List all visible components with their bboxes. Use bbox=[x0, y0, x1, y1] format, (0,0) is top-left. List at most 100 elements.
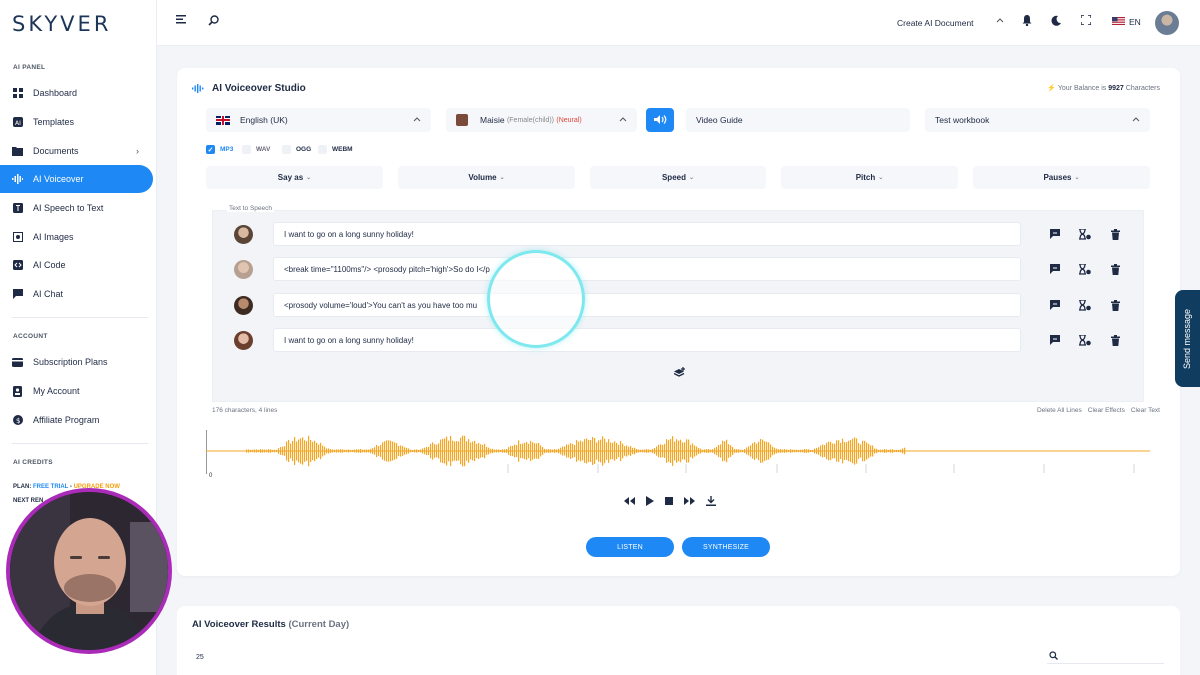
voice-avatar[interactable] bbox=[234, 331, 253, 350]
tts-line-input[interactable]: <prosody volume='loud'>You can't as you … bbox=[273, 293, 1021, 317]
waveform-bar bbox=[488, 447, 490, 455]
create-ai-document-button[interactable]: Create AI Document bbox=[897, 18, 974, 28]
waveform-bar bbox=[382, 442, 384, 460]
voice-change-icon[interactable] bbox=[1048, 262, 1062, 276]
clear-effects-link[interactable]: Clear Effects bbox=[1088, 407, 1125, 414]
voice-change-icon[interactable] bbox=[1048, 227, 1062, 241]
waveform-bar bbox=[490, 448, 492, 454]
waveform-bar bbox=[826, 442, 828, 460]
add-line-button[interactable] bbox=[673, 367, 686, 380]
voice-avatar[interactable] bbox=[234, 260, 253, 279]
sidebar-item-affiliate-program[interactable]: $ Affiliate Program bbox=[0, 406, 153, 434]
clear-text-link[interactable]: Clear Text bbox=[1131, 407, 1160, 414]
format-wav-checkbox[interactable]: WAV bbox=[242, 145, 270, 154]
waveform-bar bbox=[250, 449, 252, 453]
waveform-bar bbox=[828, 441, 830, 461]
app-logo[interactable]: SKYVER bbox=[12, 12, 111, 36]
hourglass-settings-icon[interactable] bbox=[1078, 333, 1092, 347]
workbook-select[interactable]: Test workbook bbox=[925, 108, 1150, 132]
waveform-bar bbox=[638, 449, 640, 453]
sidebar-item-speech-to-text[interactable]: AI Speech to Text bbox=[0, 194, 153, 222]
sidebar-item-documents[interactable]: Documents › bbox=[0, 137, 153, 165]
create-doc-chevron-up-icon[interactable] bbox=[996, 17, 1004, 23]
audio-waveform[interactable]: 0 bbox=[206, 430, 1150, 480]
waveform-bar bbox=[610, 442, 612, 460]
waveform-bar bbox=[606, 442, 608, 460]
character-count: 176 characters, 4 lines bbox=[212, 407, 278, 414]
sidebar-item-dashboard[interactable]: Dashboard bbox=[0, 79, 153, 107]
synthesize-button[interactable]: SYNTHESIZE bbox=[682, 537, 770, 557]
play-button[interactable] bbox=[646, 496, 654, 508]
waveform-bar bbox=[504, 449, 506, 453]
hourglass-settings-icon[interactable] bbox=[1078, 298, 1092, 312]
listen-button[interactable]: LISTEN bbox=[586, 537, 674, 557]
search-button[interactable] bbox=[208, 15, 219, 28]
waveform-bar bbox=[416, 449, 418, 453]
send-message-tab[interactable]: Send message bbox=[1175, 290, 1200, 387]
voice-select[interactable]: Maisie (Female(child)) (Neural) bbox=[446, 108, 637, 132]
waveform-bar bbox=[246, 449, 248, 453]
ai-credits-heading: AI CREDITS bbox=[13, 459, 53, 466]
waveform-bar bbox=[428, 446, 430, 456]
fullscreen-button[interactable] bbox=[1080, 14, 1092, 27]
sidebar-item-ai-voiceover[interactable]: AI Voiceover bbox=[0, 165, 153, 193]
language-select[interactable]: English (UK) bbox=[206, 108, 431, 132]
download-button[interactable] bbox=[706, 496, 716, 508]
sidebar-item-my-account[interactable]: My Account bbox=[0, 377, 153, 405]
pitch-dropdown[interactable]: Pitch ⌄ bbox=[781, 166, 958, 189]
hourglass-settings-icon[interactable] bbox=[1078, 227, 1092, 241]
waveform-bar bbox=[304, 440, 306, 462]
waveform-bar bbox=[628, 446, 630, 456]
voice-avatar[interactable] bbox=[234, 296, 253, 315]
results-page-size-select[interactable]: 25 bbox=[192, 650, 212, 666]
waveform-bar bbox=[544, 448, 546, 454]
format-mp3-checkbox[interactable]: ✓ MP3 bbox=[206, 145, 233, 154]
waveform-bar bbox=[856, 438, 858, 464]
voice-change-icon[interactable] bbox=[1048, 298, 1062, 312]
stop-button[interactable] bbox=[665, 497, 673, 507]
rewind-button[interactable] bbox=[624, 497, 635, 507]
waveform-bar bbox=[288, 439, 290, 463]
balance-info: ⚡ Your Balance is 9927 Characters bbox=[1047, 84, 1160, 92]
waveform-bars bbox=[246, 435, 1135, 473]
format-webm-checkbox[interactable]: WEBM bbox=[318, 145, 353, 154]
waveform-bar bbox=[532, 442, 534, 460]
waveform-bar bbox=[904, 447, 906, 455]
pauses-dropdown[interactable]: Pauses ⌄ bbox=[973, 166, 1150, 189]
volume-dropdown[interactable]: Volume ⌄ bbox=[398, 166, 575, 189]
waveform-bar bbox=[516, 445, 518, 457]
say-as-dropdown[interactable]: Say as ⌄ bbox=[206, 166, 383, 189]
delete-all-lines-link[interactable]: Delete All Lines bbox=[1037, 407, 1082, 414]
trash-icon[interactable] bbox=[1108, 227, 1122, 241]
tts-line-input[interactable]: I want to go on a long sunny holiday! bbox=[273, 222, 1021, 246]
hourglass-settings-icon[interactable] bbox=[1078, 262, 1092, 276]
fast-forward-button[interactable] bbox=[684, 497, 695, 507]
voice-avatar[interactable] bbox=[234, 225, 253, 244]
tts-line-input[interactable]: I want to go on a long sunny holiday! bbox=[273, 328, 1021, 352]
sidebar-item-ai-chat[interactable]: AI Chat bbox=[0, 280, 153, 308]
notification-button[interactable] bbox=[1022, 15, 1032, 28]
speed-dropdown[interactable]: Speed ⌄ bbox=[590, 166, 766, 189]
preview-voice-button[interactable] bbox=[646, 108, 674, 132]
waveform-bar bbox=[380, 444, 382, 458]
sidebar-item-subscription-plans[interactable]: Subscription Plans bbox=[0, 348, 153, 376]
sidebar-item-templates[interactable]: AI Templates bbox=[0, 108, 153, 136]
format-ogg-checkbox[interactable]: OGG bbox=[282, 145, 311, 154]
trash-icon[interactable] bbox=[1108, 333, 1122, 347]
dark-mode-button[interactable] bbox=[1051, 15, 1062, 28]
tts-line-input[interactable]: <break time="1100ms"/> <prosody pitch='h… bbox=[273, 257, 1021, 281]
trash-icon[interactable] bbox=[1108, 298, 1122, 312]
waveform-bar bbox=[390, 440, 392, 462]
waveform-bar bbox=[248, 449, 250, 453]
voice-change-icon[interactable] bbox=[1048, 333, 1062, 347]
sidebar-item-ai-images[interactable]: AI Images bbox=[0, 223, 153, 251]
video-guide-button[interactable]: Video Guide bbox=[686, 108, 910, 132]
avatar[interactable] bbox=[1155, 11, 1179, 35]
language-selector[interactable]: EN bbox=[1112, 17, 1141, 27]
menu-toggle-button[interactable] bbox=[176, 15, 186, 26]
waveform-bar bbox=[644, 449, 646, 453]
trash-icon[interactable] bbox=[1108, 262, 1122, 276]
caret-down-icon: ⌄ bbox=[499, 175, 505, 181]
sidebar-item-ai-code[interactable]: AI Code bbox=[0, 251, 153, 279]
results-search-input[interactable] bbox=[1047, 648, 1164, 664]
